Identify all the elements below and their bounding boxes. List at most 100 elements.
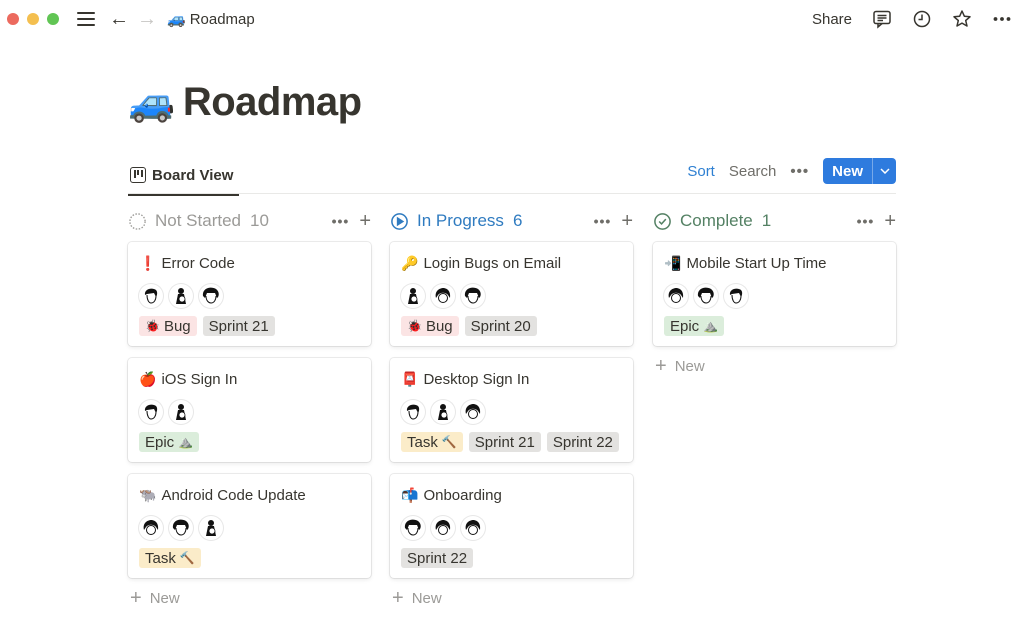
add-new-card-button[interactable]: + New	[128, 584, 371, 612]
column-add-button[interactable]: +	[621, 210, 633, 233]
add-new-card-button[interactable]: + New	[653, 352, 896, 380]
hamburger-icon[interactable]	[77, 12, 95, 26]
breadcrumb-label: Roadmap	[189, 10, 255, 28]
add-new-card-button[interactable]: + New	[390, 584, 633, 612]
tag-label: Sprint 22	[552, 433, 613, 451]
tag-label: Sprint 22	[407, 549, 468, 567]
tag-sprint: Sprint 22	[546, 432, 619, 452]
avatar[interactable]	[139, 400, 163, 424]
hammer-icon: 🔨	[179, 551, 195, 565]
mountain-icon: ⛰️	[703, 319, 719, 333]
card-title: 🐃 Android Code Update	[139, 486, 360, 504]
avatar[interactable]	[694, 284, 718, 308]
card-title-text: Mobile Start Up Time	[686, 254, 827, 272]
add-new-label: New	[411, 589, 442, 607]
board-card[interactable]: 🍎 iOS Sign In Epic ⛰️	[128, 358, 371, 462]
close-window-button[interactable]	[7, 13, 19, 25]
comment-icon[interactable]	[872, 9, 892, 29]
card-emoji-icon: 📲	[664, 254, 682, 271]
card-title-text: Login Bugs on Email	[423, 254, 562, 272]
tag-label: Task	[145, 549, 176, 567]
tab-board-view[interactable]: Board View	[128, 156, 240, 196]
star-icon[interactable]	[952, 9, 972, 29]
breadcrumb[interactable]: 🚙 Roadmap	[167, 10, 255, 29]
column-count: 10	[250, 211, 269, 230]
board-card[interactable]: ❗ Error Code 🐞 Bug Sprint 21	[128, 242, 371, 346]
plus-icon: +	[655, 355, 667, 377]
board-card[interactable]: 🐃 Android Code Update Task 🔨	[128, 474, 371, 578]
play-circle-icon	[390, 212, 409, 231]
card-emoji-icon: 🐃	[139, 486, 157, 503]
avatar[interactable]	[431, 400, 455, 424]
avatar[interactable]	[461, 516, 485, 540]
avatar[interactable]	[461, 284, 485, 308]
maximize-window-button[interactable]	[47, 13, 59, 25]
column-more-button[interactable]: •••	[332, 213, 350, 229]
column-more-button[interactable]: •••	[594, 213, 612, 229]
tag-sprint: Sprint 20	[464, 316, 537, 336]
column-title[interactable]: Not Started	[155, 211, 241, 231]
board-card[interactable]: 📬 Onboarding Sprint 22	[390, 474, 633, 578]
board-icon	[130, 167, 146, 183]
column-title[interactable]: Complete	[680, 211, 753, 231]
column-more-button[interactable]: •••	[857, 213, 875, 229]
column-title[interactable]: In Progress	[417, 211, 504, 231]
new-button-label[interactable]: New	[823, 158, 872, 184]
avatar[interactable]	[169, 284, 193, 308]
avatar[interactable]	[431, 284, 455, 308]
column-add-button[interactable]: +	[884, 210, 896, 233]
board-card[interactable]: 📲 Mobile Start Up Time Epic ⛰️	[653, 242, 896, 346]
more-icon[interactable]	[992, 9, 1012, 29]
view-more-button[interactable]: •••	[790, 163, 809, 180]
sort-button[interactable]: Sort	[687, 163, 715, 180]
page-title[interactable]: 🚙 Roadmap	[128, 80, 362, 125]
column-header: Complete 1 ••• +	[653, 206, 896, 236]
tag-sprint: Sprint 22	[401, 548, 474, 568]
avatar[interactable]	[431, 516, 455, 540]
avatar[interactable]	[139, 284, 163, 308]
tag-bug: 🐞 Bug	[401, 316, 459, 336]
avatar[interactable]	[401, 284, 425, 308]
avatar[interactable]	[461, 400, 485, 424]
share-button[interactable]: Share	[812, 11, 852, 28]
avatar[interactable]	[401, 400, 425, 424]
back-arrow-icon[interactable]: ←	[109, 9, 129, 29]
card-assignees	[139, 284, 360, 308]
new-button[interactable]: New	[823, 158, 896, 184]
tab-label: Board View	[152, 166, 234, 184]
ladybug-icon: 🐞	[407, 319, 422, 333]
window-controls	[7, 13, 59, 25]
card-assignees	[401, 516, 622, 540]
car-icon: 🚙	[167, 11, 186, 28]
column-add-button[interactable]: +	[359, 210, 371, 233]
chevron-down-icon[interactable]	[872, 158, 896, 184]
minimize-window-button[interactable]	[27, 13, 39, 25]
tag-label: Bug	[163, 317, 191, 335]
board-card[interactable]: 🔑 Login Bugs on Email 🐞 Bug Sprint 20	[390, 242, 633, 346]
card-title-text: Desktop Sign In	[423, 370, 530, 388]
tag-label: Sprint 21	[474, 433, 535, 451]
card-title-text: Error Code	[161, 254, 235, 272]
avatar[interactable]	[139, 516, 163, 540]
search-button[interactable]: Search	[729, 163, 777, 180]
avatar[interactable]	[199, 284, 223, 308]
board-card[interactable]: 📮 Desktop Sign In Task 🔨 Sprint 21 Sprint 2…	[390, 358, 633, 462]
avatar[interactable]	[401, 516, 425, 540]
card-tags: Epic ⛰️	[139, 432, 360, 452]
avatar[interactable]	[169, 516, 193, 540]
column-count: 6	[512, 211, 523, 230]
card-tags: Task 🔨 Sprint 21 Sprint 22	[401, 432, 622, 452]
avatar[interactable]	[169, 400, 193, 424]
tag-sprint: Sprint 21	[202, 316, 275, 336]
avatar[interactable]	[724, 284, 748, 308]
tag-label: Task	[407, 433, 438, 451]
card-title-text: Onboarding	[423, 486, 502, 504]
forward-arrow-icon[interactable]: →	[137, 9, 157, 29]
add-new-label: New	[674, 357, 705, 375]
card-assignees	[139, 400, 360, 424]
avatar[interactable]	[199, 516, 223, 540]
clock-icon[interactable]	[912, 9, 932, 29]
window-toolbar: ← → 🚙 Roadmap Share	[0, 0, 1024, 38]
tag-label: Epic	[145, 433, 175, 451]
avatar[interactable]	[664, 284, 688, 308]
